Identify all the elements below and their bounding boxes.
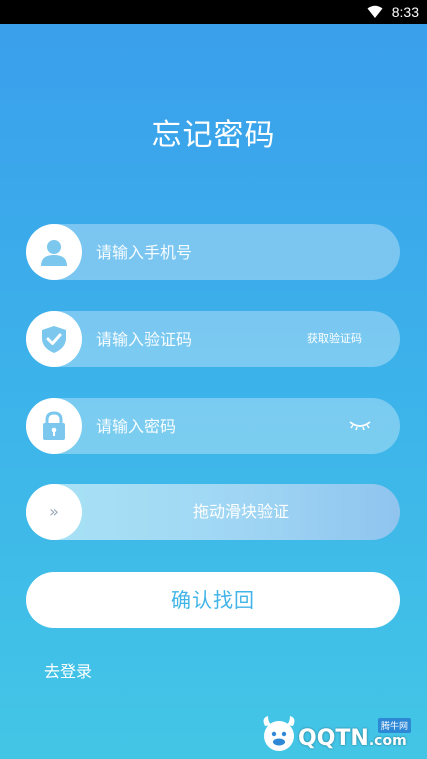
- watermark: 腾牛网 QQTN.com: [258, 712, 422, 756]
- phone-icon-circle: [26, 224, 82, 280]
- status-bar: 8:33: [0, 0, 427, 24]
- confirm-button[interactable]: 确认找回: [26, 572, 400, 628]
- eye-closed-icon[interactable]: [348, 418, 372, 432]
- status-time: 8:33: [391, 4, 419, 20]
- password-field[interactable]: [26, 398, 400, 454]
- phone-input[interactable]: [96, 224, 296, 280]
- slider-verify[interactable]: » 拖动滑块验证: [26, 484, 400, 540]
- get-code-button[interactable]: 获取验证码: [307, 311, 362, 367]
- lock-icon: [43, 411, 65, 440]
- bull-mascot-icon: [263, 716, 295, 751]
- shield-check-icon: [42, 326, 66, 353]
- code-field[interactable]: 获取验证码: [26, 311, 400, 367]
- password-input[interactable]: [96, 398, 296, 454]
- slider-handle[interactable]: »: [26, 484, 82, 540]
- watermark-text: QQTN.com: [298, 726, 407, 751]
- page-title: 忘记密码: [151, 118, 276, 153]
- phone-field[interactable]: [26, 224, 400, 280]
- watermark-suffix: .com: [368, 733, 407, 749]
- slider-label: 拖动滑块验证: [192, 502, 289, 521]
- wifi-icon: [367, 5, 383, 18]
- goto-login-link[interactable]: 去登录: [44, 658, 92, 682]
- user-icon: [41, 240, 67, 266]
- password-icon-circle: [26, 398, 82, 454]
- forgot-password-screen: 8:33 忘记密码 获取验证码: [0, 0, 427, 759]
- code-icon-circle: [26, 311, 82, 367]
- code-input[interactable]: [96, 311, 296, 367]
- watermark-brand: QQTN: [298, 726, 369, 751]
- double-chevron-right-icon: »: [49, 502, 59, 521]
